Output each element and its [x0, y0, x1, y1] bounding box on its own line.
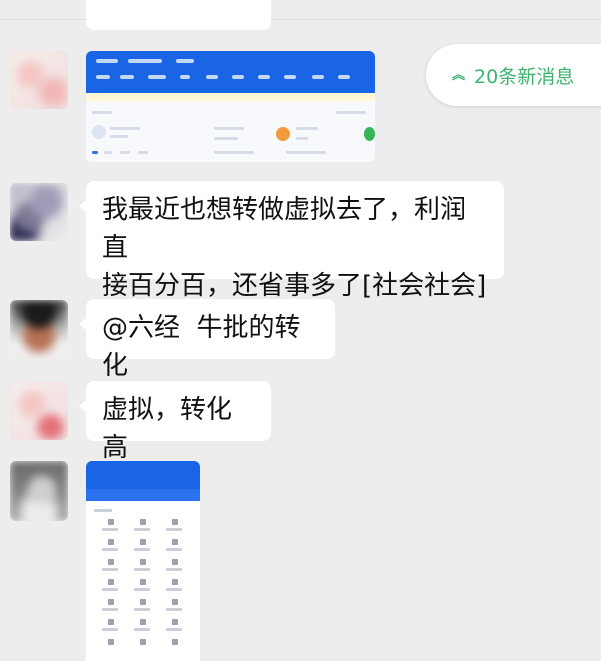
chat-window: ︽ 20条新消息 我最近也想转做虚拟去了，利润直 接百分百，还省事多了[社会社会…: [0, 0, 601, 661]
message-bubble[interactable]: 我最近也想转做虚拟去了，利润直 接百分百，还省事多了[社会社会]: [79, 181, 504, 301]
avatar[interactable]: [10, 382, 68, 440]
avatar[interactable]: [10, 51, 68, 109]
avatar[interactable]: [10, 461, 68, 521]
image-message-phone-screenshot[interactable]: [86, 461, 200, 661]
double-chevron-up-icon: ︽: [452, 67, 465, 83]
new-messages-label: 20条新消息: [474, 65, 575, 88]
message-bubble[interactable]: 虚拟，转化高: [79, 381, 271, 463]
message-bubble[interactable]: @六经 牛批的转化: [79, 299, 335, 381]
new-messages-button[interactable]: ︽ 20条新消息: [426, 44, 601, 106]
avatar[interactable]: [10, 183, 68, 241]
image-message-web-screenshot[interactable]: [86, 51, 375, 162]
partial-message-bubble[interactable]: [86, 0, 271, 30]
avatar[interactable]: [10, 300, 68, 358]
